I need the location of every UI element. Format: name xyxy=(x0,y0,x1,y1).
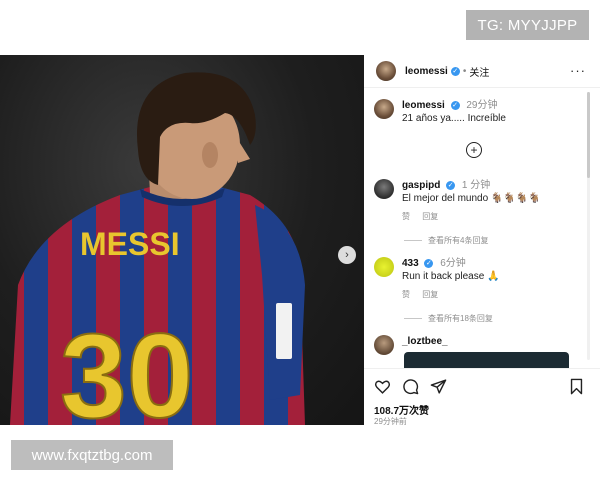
replies-divider xyxy=(404,318,422,320)
heart-icon[interactable] xyxy=(374,378,391,395)
comment-time: 1 分钟 xyxy=(461,180,491,191)
reply-button[interactable]: 回复 xyxy=(422,212,438,221)
verified-icon: ✓ xyxy=(424,258,434,268)
comment-text: El mejor del mundo 🐐🐐🐐🐐 xyxy=(402,193,541,204)
caption-text: 21 años ya..... Increíble xyxy=(402,113,506,124)
player-illustration: MESSI 30 xyxy=(10,72,305,425)
bookmark-icon[interactable] xyxy=(568,378,585,395)
header-username[interactable]: leomessi xyxy=(405,66,448,77)
plus-icon: + xyxy=(470,143,478,157)
comment-avatar[interactable] xyxy=(374,257,394,277)
comment-username[interactable]: 433 xyxy=(402,258,419,269)
view-replies-label: 查看所有4条回复 xyxy=(428,236,489,245)
view-replies-link[interactable]: 查看所有4条回复 xyxy=(404,235,488,246)
share-icon[interactable] xyxy=(430,378,447,395)
verified-icon: ✓ xyxy=(446,180,456,190)
caption-username[interactable]: leomessi xyxy=(402,100,445,111)
reply-button[interactable]: 回复 xyxy=(422,290,438,299)
jersey-name: MESSI xyxy=(80,226,180,262)
like-comment-button[interactable]: 赞 xyxy=(402,212,410,221)
comments-panel: leomessi ✓ • 关注 ··· leomessi ✓ 29分钟 21 a… xyxy=(364,55,600,425)
like-count[interactable]: 108.7万次赞 xyxy=(374,402,429,417)
more-options-icon[interactable]: ··· xyxy=(570,63,586,78)
instagram-post: MESSI 30 › leomessi ✓ • 关注 ··· leomessi … xyxy=(0,55,600,425)
replies-divider xyxy=(404,240,422,242)
post-header: leomessi ✓ • 关注 ··· xyxy=(364,55,600,88)
action-bar: 108.7万次赞 29分钟前 xyxy=(364,368,600,425)
caption-time: 29分钟 xyxy=(466,100,498,111)
jersey-number: 30 xyxy=(60,309,193,425)
comment-time: 6分钟 xyxy=(440,258,466,269)
post-photo[interactable]: MESSI 30 › xyxy=(0,55,364,425)
comments-scrollbar[interactable] xyxy=(587,92,590,360)
comment-item: 433 ✓ 6分钟 Run it back please 🙏 赞 回复 xyxy=(374,257,500,300)
comment-text: Run it back please 🙏 xyxy=(402,271,500,282)
comment-avatar[interactable] xyxy=(374,335,394,355)
follow-button[interactable]: 关注 xyxy=(469,64,489,79)
separator-dot: • xyxy=(462,65,467,77)
like-comment-button[interactable]: 赞 xyxy=(402,290,410,299)
scrollbar-thumb[interactable] xyxy=(587,92,590,178)
verified-icon: ✓ xyxy=(450,66,460,76)
caption: leomessi ✓ 29分钟 21 años ya..... Increíbl… xyxy=(374,99,506,126)
comment-icon[interactable] xyxy=(402,378,419,395)
load-more-comments-button[interactable]: + xyxy=(466,142,482,158)
comment-username[interactable]: _loztbee_ xyxy=(402,336,448,347)
verified-icon: ✓ xyxy=(450,100,460,110)
view-replies-label: 查看所有18条回复 xyxy=(428,314,493,323)
comment-media-preview[interactable] xyxy=(404,352,569,368)
comment-item: gaspipd ✓ 1 分钟 El mejor del mundo 🐐🐐🐐🐐 赞… xyxy=(374,179,541,222)
view-replies-link[interactable]: 查看所有18条回复 xyxy=(404,313,493,324)
avatar[interactable] xyxy=(376,61,396,81)
watermark-bottom: www.fxqtztbg.com xyxy=(11,440,173,470)
comment-username[interactable]: gaspipd xyxy=(402,180,440,191)
comment-avatar[interactable] xyxy=(374,179,394,199)
post-time: 29分钟前 xyxy=(374,417,407,425)
watermark-top: TG: MYYJJPP xyxy=(466,10,589,40)
next-photo-button[interactable]: › xyxy=(338,246,356,264)
caption-avatar[interactable] xyxy=(374,99,394,119)
